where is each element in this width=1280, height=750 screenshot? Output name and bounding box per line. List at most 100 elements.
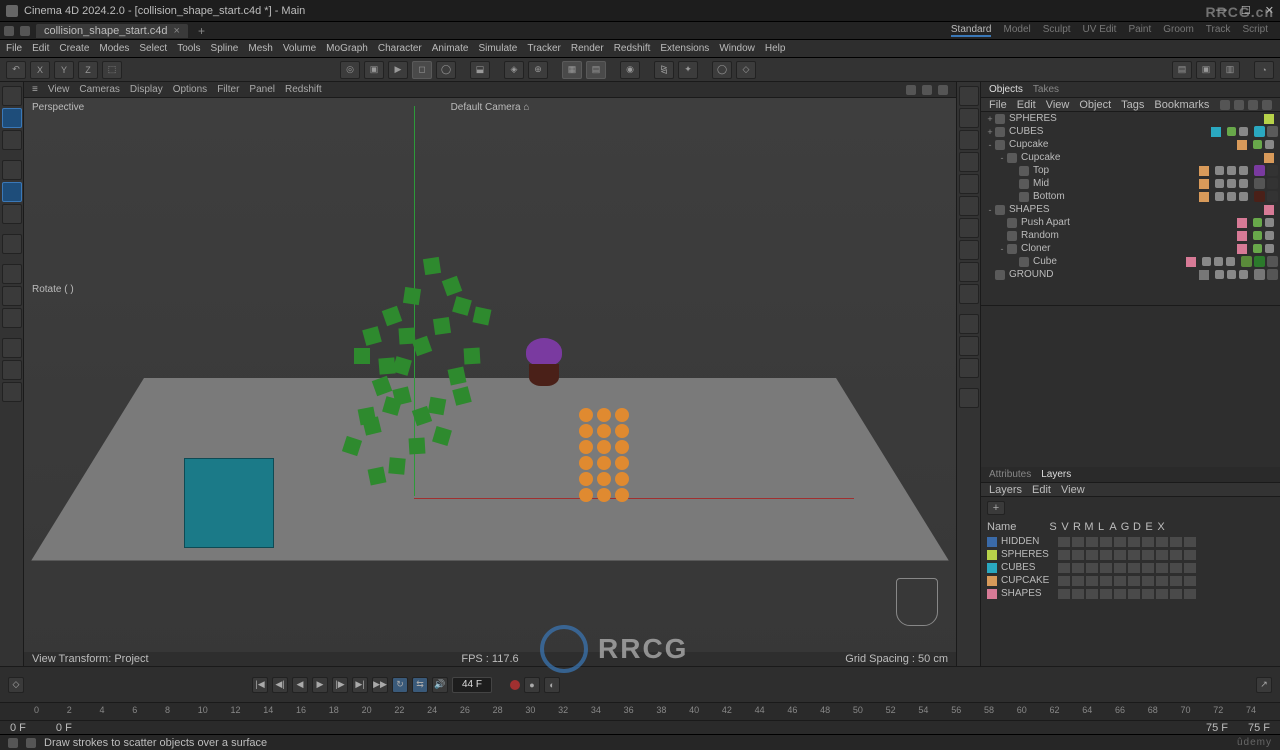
om-text-icon[interactable] bbox=[959, 152, 979, 172]
axis-y-button[interactable]: Y bbox=[54, 61, 74, 79]
key-prev-button[interactable]: ◇ bbox=[8, 677, 24, 693]
menu-create[interactable]: Create bbox=[59, 43, 89, 54]
viewport-camera-label[interactable]: Default Camera ⌂ bbox=[451, 102, 530, 113]
tree-row-shapes[interactable]: -SHAPES bbox=[981, 203, 1280, 216]
placement-tool[interactable] bbox=[2, 234, 22, 254]
go-last-button[interactable]: ▶▶ bbox=[372, 677, 388, 693]
render-pv-button[interactable]: ▶ bbox=[388, 61, 408, 79]
vp-axis-icon[interactable] bbox=[906, 85, 916, 95]
om-search-icon[interactable] bbox=[1220, 100, 1230, 110]
range-end-2[interactable]: 75 F bbox=[1248, 722, 1270, 734]
field-button[interactable]: ⊕ bbox=[528, 61, 548, 79]
vp-lock-icon[interactable] bbox=[922, 85, 932, 95]
menu-window[interactable]: Window bbox=[719, 43, 755, 54]
vp-hud-icon[interactable] bbox=[938, 85, 948, 95]
symmetry-options-button[interactable]: ✦ bbox=[678, 61, 698, 79]
vp-menu-view[interactable]: View bbox=[48, 84, 70, 95]
rotate-tool[interactable] bbox=[2, 182, 22, 202]
play-back-button[interactable]: ◀ bbox=[292, 677, 308, 693]
file-tab[interactable]: collision_shape_start.c4d × bbox=[36, 24, 188, 38]
menu-character[interactable]: Character bbox=[378, 43, 422, 54]
om-edit[interactable]: Edit bbox=[1017, 99, 1036, 111]
om-fold-icon[interactable] bbox=[1248, 100, 1258, 110]
primitive-cube-button[interactable]: ◻ bbox=[412, 61, 432, 79]
om-more-icon[interactable] bbox=[1262, 100, 1272, 110]
tab-objects[interactable]: Objects bbox=[989, 84, 1023, 95]
mode-model[interactable]: Model bbox=[1003, 24, 1030, 37]
record-button[interactable] bbox=[510, 680, 520, 690]
tree-row-ground[interactable]: GROUND bbox=[981, 268, 1280, 281]
menu-tracker[interactable]: Tracker bbox=[527, 43, 561, 54]
new-tab-button[interactable]: + bbox=[194, 24, 209, 38]
vp-menu-panel[interactable]: Panel bbox=[249, 84, 275, 95]
mode-standard[interactable]: Standard bbox=[951, 24, 992, 37]
om-objects-icon[interactable] bbox=[959, 86, 979, 106]
layer-row-hidden[interactable]: HIDDEN bbox=[987, 535, 1274, 548]
sound-button[interactable]: 🔊 bbox=[432, 677, 448, 693]
menu-redshift[interactable]: Redshift bbox=[614, 43, 651, 54]
axis-x-button[interactable]: X bbox=[30, 61, 50, 79]
coord-system-button[interactable]: ⬚ bbox=[102, 61, 122, 79]
render-queue-button[interactable]: ▥ bbox=[1220, 61, 1240, 79]
tree-row-random[interactable]: Random bbox=[981, 229, 1280, 242]
menu-volume[interactable]: Volume bbox=[283, 43, 316, 54]
timeline-expand-button[interactable]: ↗ bbox=[1256, 677, 1272, 693]
om-light-icon[interactable] bbox=[959, 174, 979, 194]
om-filter-icon[interactable] bbox=[1234, 100, 1244, 110]
om-volume-icon[interactable] bbox=[959, 284, 979, 304]
layer-row-spheres[interactable]: SPHERES bbox=[987, 548, 1274, 561]
layer-row-shapes[interactable]: SHAPES bbox=[987, 587, 1274, 600]
tree-row-cloner[interactable]: -Cloner bbox=[981, 242, 1280, 255]
tree-row-cupcake[interactable]: -Cupcake bbox=[981, 151, 1280, 164]
om-effector-icon[interactable] bbox=[959, 218, 979, 238]
recent-tools[interactable] bbox=[2, 204, 22, 224]
coords-icon[interactable] bbox=[959, 388, 979, 408]
om-file[interactable]: File bbox=[989, 99, 1007, 111]
primitive-sphere-button[interactable]: ◯ bbox=[436, 61, 456, 79]
mode-uvedit[interactable]: UV Edit bbox=[1083, 24, 1117, 37]
back-icon[interactable] bbox=[20, 26, 30, 36]
layer-row-cubes[interactable]: CUBES bbox=[987, 561, 1274, 574]
generator-button[interactable]: ⬓ bbox=[470, 61, 490, 79]
go-end-button[interactable]: ▶| bbox=[352, 677, 368, 693]
layers-menu-edit[interactable]: Edit bbox=[1032, 484, 1051, 496]
home-icon[interactable] bbox=[4, 26, 14, 36]
viewport-3d[interactable]: Perspective Default Camera ⌂ Rotate ( ) … bbox=[24, 98, 956, 666]
navigation-cube-icon[interactable] bbox=[896, 578, 938, 626]
scatter-tool[interactable] bbox=[2, 308, 22, 328]
mode-groom[interactable]: Groom bbox=[1163, 24, 1194, 37]
key-options-button[interactable]: ◐ bbox=[544, 677, 560, 693]
menu-file[interactable]: File bbox=[6, 43, 22, 54]
go-start-button[interactable]: |◀ bbox=[252, 677, 268, 693]
snap-options-button[interactable]: ▤ bbox=[586, 61, 606, 79]
tree-row-bottom[interactable]: Bottom bbox=[981, 190, 1280, 203]
loop-button[interactable]: ↻ bbox=[392, 677, 408, 693]
om-null-icon[interactable] bbox=[959, 108, 979, 128]
vp-menu-display[interactable]: Display bbox=[130, 84, 163, 95]
step-fwd-button[interactable]: |▶ bbox=[332, 677, 348, 693]
deformer-button[interactable]: ◈ bbox=[504, 61, 524, 79]
current-frame-field[interactable]: 44 F bbox=[452, 677, 492, 693]
live-select-tool[interactable] bbox=[2, 108, 22, 128]
mode-paint[interactable]: Paint bbox=[1128, 24, 1151, 37]
mode-track[interactable]: Track bbox=[1206, 24, 1231, 37]
menu-tools[interactable]: Tools bbox=[177, 43, 200, 54]
menu-edit[interactable]: Edit bbox=[32, 43, 49, 54]
menu-render[interactable]: Render bbox=[571, 43, 604, 54]
tab-takes[interactable]: Takes bbox=[1033, 84, 1059, 95]
workplane-button[interactable]: ◉ bbox=[620, 61, 640, 79]
step-back-button[interactable]: ◀| bbox=[272, 677, 288, 693]
menu-mesh[interactable]: Mesh bbox=[248, 43, 272, 54]
render-view-button[interactable]: ◎ bbox=[340, 61, 360, 79]
tree-row-cubes[interactable]: +CUBES bbox=[981, 125, 1280, 138]
tab-layers[interactable]: Layers bbox=[1041, 469, 1071, 480]
range-end[interactable]: 75 F bbox=[1206, 722, 1228, 734]
menu-spline[interactable]: Spline bbox=[211, 43, 239, 54]
symmetry-button[interactable]: ⧎ bbox=[654, 61, 674, 79]
menu-extensions[interactable]: Extensions bbox=[660, 43, 709, 54]
brush-tool[interactable] bbox=[2, 264, 22, 284]
render-settings-button[interactable]: ▤ bbox=[1172, 61, 1192, 79]
autokey-button[interactable]: ● bbox=[524, 677, 540, 693]
layout-toggle-icon[interactable] bbox=[959, 314, 979, 334]
object-tree[interactable]: +SPHERES+CUBES-Cupcake-CupcakeTopMidBott… bbox=[981, 112, 1280, 306]
